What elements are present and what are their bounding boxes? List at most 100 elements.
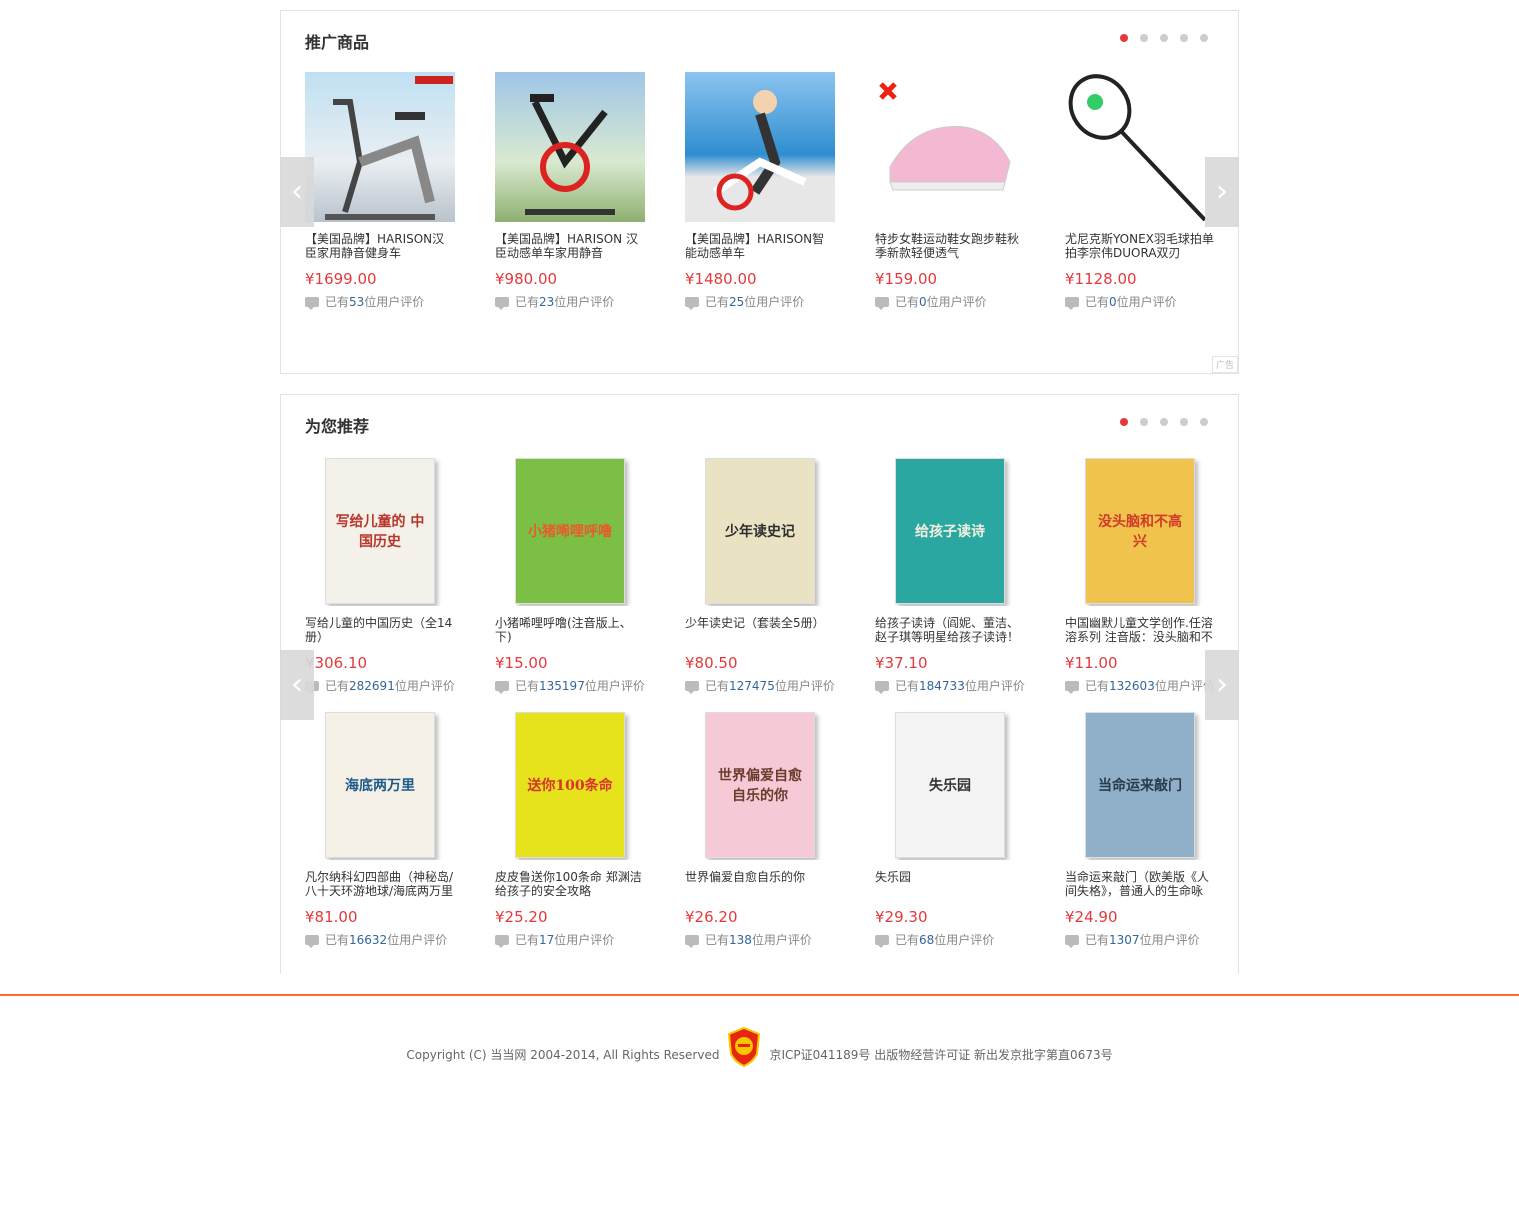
comment-icon (875, 934, 889, 948)
review-number[interactable]: 132603 (1109, 679, 1155, 693)
review-number[interactable]: 135197 (539, 679, 585, 693)
product-name[interactable]: 凡尔纳科幻四部曲（神秘岛/八十天环游地球/海底两万里 (305, 870, 455, 898)
review-count[interactable]: 已有16632位用户评价 (305, 931, 455, 948)
review-count[interactable]: 已有25位用户评价 (685, 293, 835, 310)
book-cover-art: 给孩子读诗 (895, 458, 1005, 604)
chevron-right-icon: › (1216, 174, 1228, 209)
product-card[interactable]: 【美国品牌】HARISON汉臣家用静音健身车 ¥1699.00 已有53位用户评… (305, 72, 455, 310)
product-name[interactable]: 给孩子读诗（阎妮、董洁、赵子琪等明星给孩子读诗！ (875, 616, 1025, 644)
book-card[interactable]: 给孩子读诗 给孩子读诗（阎妮、董洁、赵子琪等明星给孩子读诗！ ¥37.10 已有184… (875, 456, 1025, 694)
review-suffix: 位用户评价 (394, 679, 455, 693)
review-count[interactable]: 已有0位用户评价 (1065, 293, 1215, 310)
product-card[interactable]: 【美国品牌】HARISON智能动感单车 ¥1480.00 已有25位用户评价 (685, 72, 835, 310)
book-cover[interactable]: 没头脑和不高兴 (1065, 456, 1215, 606)
review-count[interactable]: 已有184733位用户评价 (875, 677, 1025, 694)
book-card[interactable]: 海底两万里 凡尔纳科幻四部曲（神秘岛/八十天环游地球/海底两万里 ¥81.00 已有1… (305, 710, 455, 948)
review-number[interactable]: 68 (919, 933, 934, 947)
review-number[interactable]: 0 (919, 295, 927, 309)
comment-icon (685, 296, 699, 310)
book-cover[interactable]: 当命运来敲门 (1065, 710, 1215, 860)
product-name[interactable]: 小猪唏哩呼噜(注音版上、下) (495, 616, 645, 644)
review-count[interactable]: 已有127475位用户评价 (685, 677, 835, 694)
review-count[interactable]: 已有132603位用户评价 (1065, 677, 1215, 694)
carousel-dot-4[interactable] (1180, 418, 1188, 426)
review-count[interactable]: 已有1307位用户评价 (1065, 931, 1215, 948)
carousel-dot-2[interactable] (1140, 34, 1148, 42)
review-number[interactable]: 0 (1109, 295, 1117, 309)
carousel-dot-3[interactable] (1160, 418, 1168, 426)
book-cover[interactable]: 送你100条命 (495, 710, 645, 860)
book-card[interactable]: 失乐园 失乐园 ¥29.30 已有68位用户评价 (875, 710, 1025, 948)
product-image[interactable] (305, 72, 455, 222)
product-name[interactable]: 【美国品牌】HARISON智能动感单车 (685, 232, 835, 260)
review-number[interactable]: 127475 (729, 679, 775, 693)
comment-icon (875, 296, 889, 310)
review-number[interactable]: 16632 (349, 933, 387, 947)
book-card[interactable]: 小猪唏哩呼噜 小猪唏哩呼噜(注音版上、下) ¥15.00 已有135197位用户评价 (495, 456, 645, 694)
book-cover[interactable]: 小猪唏哩呼噜 (495, 456, 645, 606)
review-count[interactable]: 已有68位用户评价 (875, 931, 1025, 948)
recommend-prev-arrow[interactable]: ‹ (280, 650, 314, 720)
product-name[interactable]: 当命运来敲门（欧美版《人间失格》，普通人的生命咏 (1065, 870, 1215, 898)
carousel-dot-5[interactable] (1200, 34, 1208, 42)
book-card[interactable]: 少年读史记 少年读史记（套装全5册） ¥80.50 已有127475位用户评价 (685, 456, 835, 694)
product-name[interactable]: 中国幽默儿童文学创作.任溶溶系列 注音版：没头脑和不 (1065, 616, 1215, 644)
carousel-dot-3[interactable] (1160, 34, 1168, 42)
review-count[interactable]: 已有138位用户评价 (685, 931, 835, 948)
review-count[interactable]: 已有282691位用户评价 (305, 677, 455, 694)
product-name[interactable]: 尤尼克斯YONEX羽毛球拍单拍李宗伟DUORA双刃 (1065, 232, 1215, 260)
review-number[interactable]: 1307 (1109, 933, 1140, 947)
promo-prev-arrow[interactable]: ‹ (280, 157, 314, 227)
book-cover[interactable]: 写给儿童的 中国历史 (305, 456, 455, 606)
product-price: ¥980.00 (495, 270, 558, 288)
review-count[interactable]: 已有135197位用户评价 (495, 677, 645, 694)
carousel-dot-2[interactable] (1140, 418, 1148, 426)
book-card[interactable]: 当命运来敲门 当命运来敲门（欧美版《人间失格》，普通人的生命咏 ¥24.90 已有13… (1065, 710, 1215, 948)
review-number[interactable]: 23 (539, 295, 554, 309)
book-cover[interactable]: 海底两万里 (305, 710, 455, 860)
book-cover[interactable]: 世界偏爱自愈自乐的你 (685, 710, 835, 860)
book-card[interactable]: 写给儿童的 中国历史 写给儿童的中国历史（全14册） ¥306.10 已有282691… (305, 456, 455, 694)
book-card[interactable]: 没头脑和不高兴中国幽默儿童文学创作.任溶溶系列 注音版：没头脑和不 ¥11.00 已… (1065, 456, 1215, 694)
product-name[interactable]: 世界偏爱自愈自乐的你 (685, 870, 835, 898)
book-cover[interactable]: 少年读史记 (685, 456, 835, 606)
carousel-dot-4[interactable] (1180, 34, 1188, 42)
review-count[interactable]: 已有23位用户评价 (495, 293, 645, 310)
book-card[interactable]: 送你100条命 皮皮鲁送你100条命 郑渊洁给孩子的安全攻略 ¥25.20 已有17位… (495, 710, 645, 948)
product-name[interactable]: 特步女鞋运动鞋女跑步鞋秋季新款轻便透气 (875, 232, 1025, 260)
product-image[interactable] (875, 72, 1025, 222)
product-name[interactable]: 【美国品牌】HARISON汉臣家用静音健身车 (305, 232, 455, 260)
promo-next-arrow[interactable]: › (1205, 157, 1239, 227)
product-image[interactable] (1065, 72, 1215, 222)
product-name[interactable]: 【美国品牌】HARISON 汉臣动感单车家用静音 (495, 232, 645, 260)
carousel-dot-1[interactable] (1120, 418, 1128, 426)
review-count[interactable]: 已有0位用户评价 (875, 293, 1025, 310)
review-number[interactable]: 138 (729, 933, 752, 947)
carousel-dot-5[interactable] (1200, 418, 1208, 426)
product-price: ¥11.00 (1065, 654, 1118, 672)
recommend-next-arrow[interactable]: › (1205, 650, 1239, 720)
product-name[interactable]: 少年读史记（套装全5册） (685, 616, 835, 644)
review-suffix: 位用户评价 (934, 933, 995, 947)
review-count[interactable]: 已有17位用户评价 (495, 931, 645, 948)
product-card[interactable]: 【美国品牌】HARISON 汉臣动感单车家用静音 ¥980.00 已有23位用户… (495, 72, 645, 310)
review-number[interactable]: 17 (539, 933, 554, 947)
book-cover[interactable]: 失乐园 (875, 710, 1025, 860)
carousel-dot-1[interactable] (1120, 34, 1128, 42)
product-image[interactable] (685, 72, 835, 222)
review-prefix: 已有 (1085, 679, 1110, 693)
book-card[interactable]: 世界偏爱自愈自乐的你 世界偏爱自愈自乐的你 ¥26.20 已有138位用户评价 (685, 710, 835, 948)
review-number[interactable]: 184733 (919, 679, 965, 693)
review-suffix: 位用户评价 (1116, 295, 1177, 309)
review-number[interactable]: 282691 (349, 679, 395, 693)
product-name[interactable]: 皮皮鲁送你100条命 郑渊洁给孩子的安全攻略 (495, 870, 645, 898)
product-name[interactable]: 写给儿童的中国历史（全14册） (305, 616, 455, 644)
book-cover[interactable]: 给孩子读诗 (875, 456, 1025, 606)
product-name[interactable]: 失乐园 (875, 870, 1025, 898)
product-image[interactable] (495, 72, 645, 222)
review-number[interactable]: 53 (349, 295, 364, 309)
product-card[interactable]: 尤尼克斯YONEX羽毛球拍单拍李宗伟DUORA双刃 ¥1128.00 已有0位用… (1065, 72, 1215, 310)
review-number[interactable]: 25 (729, 295, 744, 309)
product-card[interactable]: 特步女鞋运动鞋女跑步鞋秋季新款轻便透气 ¥159.00 已有0位用户评价 (875, 72, 1025, 310)
review-count[interactable]: 已有53位用户评价 (305, 293, 455, 310)
